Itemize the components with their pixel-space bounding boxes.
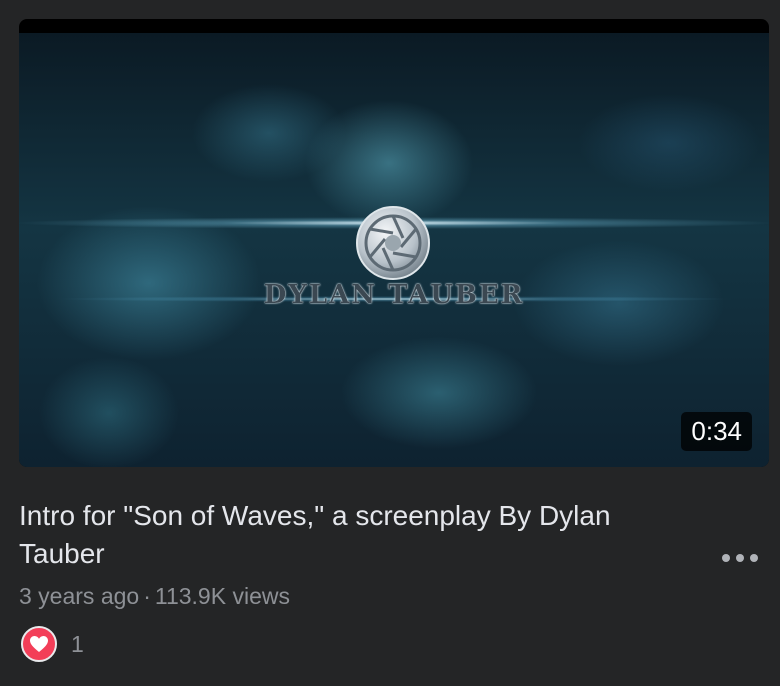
thumbnail-logo-text: DYLAN TAUBER [263, 280, 525, 310]
reactions-summary[interactable]: 1 [21, 626, 84, 662]
meta-separator: · [143, 583, 151, 609]
video-meta: 3 years ago · 113.9K views [19, 583, 290, 610]
video-title[interactable]: Intro for "Son of Waves," a screenplay B… [19, 497, 699, 573]
thumbnail-image: DYLAN TAUBER [19, 33, 769, 467]
heart-icon [21, 626, 57, 662]
reaction-count: 1 [71, 630, 84, 657]
video-card: DYLAN TAUBER 0:34 Intro for "Son of Wave… [0, 0, 780, 686]
upload-age: 3 years ago [19, 583, 140, 609]
aperture-logo-icon [356, 206, 430, 280]
more-options-icon[interactable] [720, 550, 760, 566]
view-count: 113.9K views [154, 583, 290, 609]
video-thumbnail[interactable]: DYLAN TAUBER 0:34 [19, 19, 769, 467]
duration-badge: 0:34 [681, 412, 752, 451]
